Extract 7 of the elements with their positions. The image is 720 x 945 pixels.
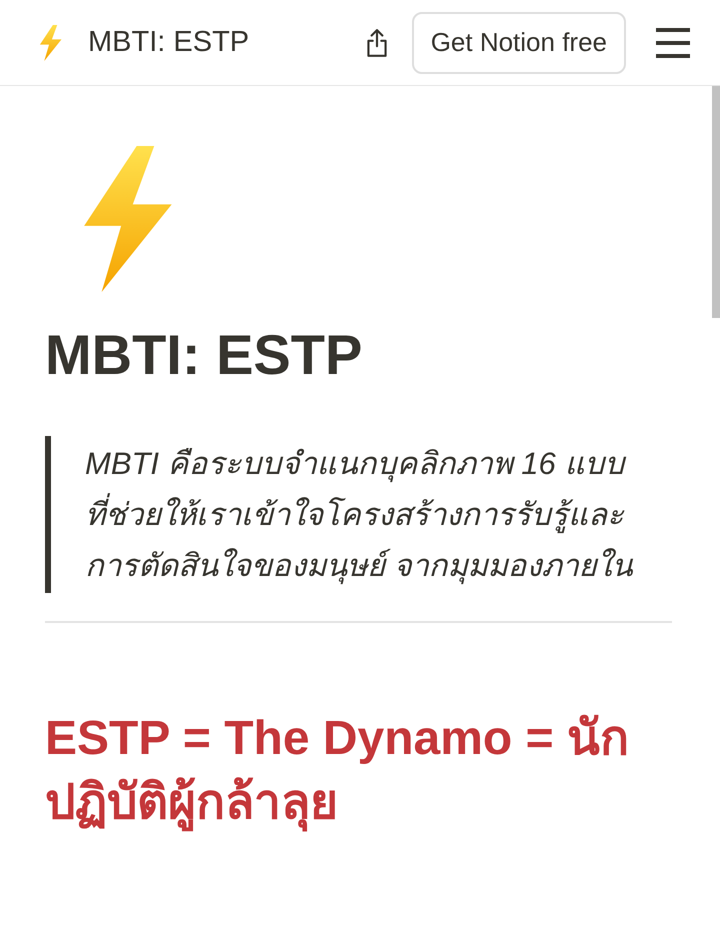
scrollbar[interactable]: [712, 86, 720, 318]
get-notion-button[interactable]: Get Notion free: [412, 12, 626, 74]
menu-button[interactable]: [656, 28, 690, 58]
section-heading: ESTP = The Dynamo = นักปฏิบัติผู้กล้าลุย: [45, 707, 672, 835]
page-title: MBTI: ESTP: [88, 24, 250, 60]
page-heading: MBTI: ESTP: [45, 322, 364, 388]
quote-text: MBTI คือระบบจำแนกบุคลิกภาพ 16 แบบ ที่ช่วยให้เราเข้าใจโครงสร้างการรับรู้และการตัดสินใจของมนุษย์ จากมุมมองภายใน: [85, 445, 634, 586]
